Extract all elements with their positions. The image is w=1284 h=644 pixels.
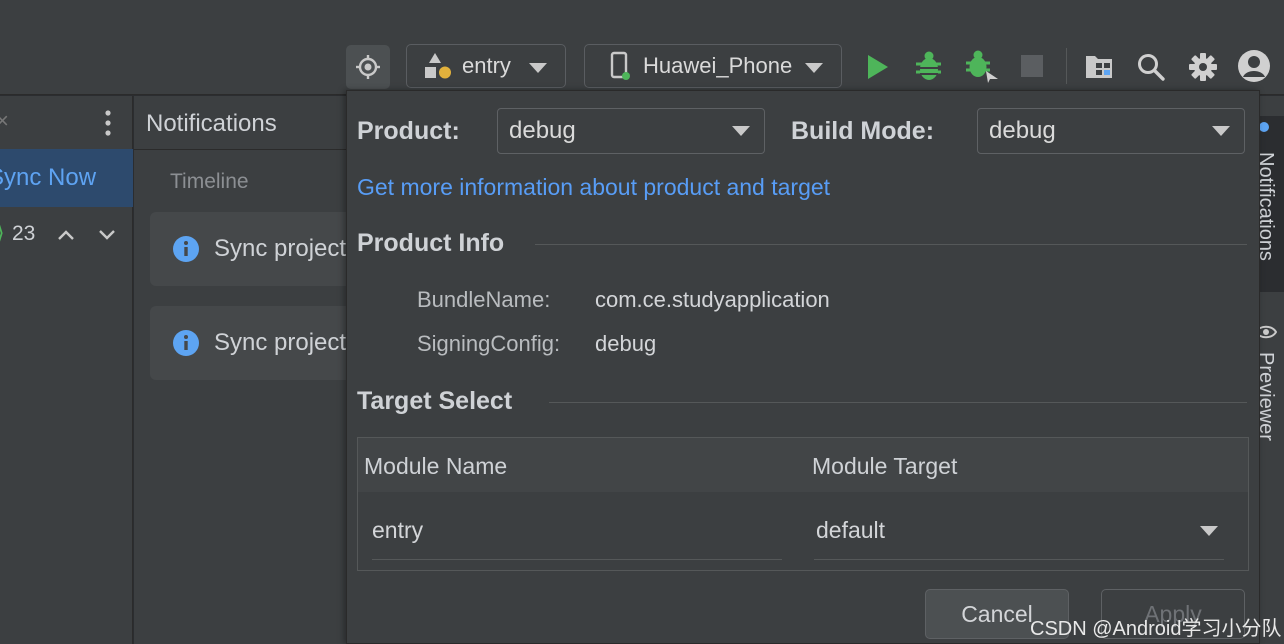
- info-icon: [173, 236, 199, 262]
- notifications-header-divider: [134, 149, 354, 150]
- column-header-module-name: Module Name: [364, 453, 508, 479]
- module-selector-label: entry: [462, 53, 511, 78]
- more-options-icon[interactable]: [104, 109, 112, 137]
- account-avatar-icon[interactable]: [1236, 48, 1272, 84]
- target-select-title: Target Select: [357, 387, 513, 415]
- change-count: 23: [12, 222, 36, 245]
- section-divider: [549, 402, 1247, 403]
- close-icon[interactable]: ×: [0, 108, 9, 134]
- module-shapes-icon: [425, 53, 451, 79]
- build-mode-dropdown[interactable]: debug: [977, 108, 1245, 154]
- info-icon: [173, 330, 199, 356]
- cell-underline: [814, 559, 1224, 560]
- cell-underline: [372, 559, 782, 560]
- module-target-table: Module Name Module Target entry default: [357, 437, 1249, 571]
- target-icon[interactable]: [346, 45, 390, 89]
- signing-config-value: debug: [595, 331, 657, 356]
- product-label: Product:: [357, 117, 460, 145]
- notification-item[interactable]: Sync project: [150, 212, 370, 286]
- notifications-title: Notifications: [146, 110, 277, 137]
- product-dropdown-value: debug: [509, 117, 576, 144]
- attach-debugger-icon[interactable]: [962, 48, 1002, 84]
- chevron-down-icon: [805, 63, 823, 73]
- change-marker-icon: ⟩: [0, 220, 5, 246]
- section-divider: [535, 244, 1247, 245]
- bundle-name-label: BundleName:: [417, 287, 551, 312]
- product-dropdown[interactable]: debug: [497, 108, 765, 154]
- chevron-up-icon[interactable]: [56, 228, 76, 242]
- product-info-title: Product Info: [357, 229, 505, 257]
- dropdown-arrow-icon: [1200, 526, 1218, 536]
- search-icon[interactable]: [1134, 50, 1168, 84]
- chevron-down-icon[interactable]: [97, 228, 117, 242]
- timeline-label: Timeline: [170, 170, 249, 193]
- build-mode-label: Build Mode:: [791, 117, 935, 145]
- more-info-link[interactable]: Get more information about product and t…: [357, 174, 830, 201]
- toolbar-divider: [1066, 48, 1067, 84]
- run-icon[interactable]: [862, 50, 892, 84]
- phone-icon: [610, 51, 630, 80]
- module-name-cell: entry: [372, 517, 424, 543]
- project-structure-icon[interactable]: [1082, 50, 1116, 82]
- debug-bug-icon[interactable]: [912, 48, 946, 84]
- column-header-module-target: Module Target: [812, 453, 958, 479]
- sync-now-label: Sync Now: [0, 164, 97, 191]
- notifications-panel: Notifications Timeline Sync project Sync…: [134, 96, 370, 644]
- product-target-popup: Product: debug Build Mode: debug Get mor…: [346, 90, 1260, 644]
- notification-text: Sync project: [214, 329, 347, 356]
- notification-item[interactable]: Sync project: [150, 306, 370, 380]
- signing-config-label: SigningConfig:: [417, 331, 561, 356]
- watermark: CSDN @Android学习小分队: [1030, 618, 1282, 640]
- module-target-value: default: [816, 517, 886, 543]
- notification-badge-icon: [1259, 122, 1269, 132]
- sync-now-link[interactable]: Sync Now: [0, 149, 133, 207]
- chevron-down-icon: [529, 63, 547, 73]
- dropdown-arrow-icon: [1212, 126, 1230, 136]
- main-toolbar: entry Huawei_Phone: [0, 0, 1284, 95]
- module-target-dropdown[interactable]: default: [814, 502, 1224, 560]
- device-selector-label: Huawei_Phone: [643, 53, 793, 78]
- table-row[interactable]: entry default: [358, 492, 1248, 570]
- device-selector[interactable]: Huawei_Phone: [584, 44, 842, 88]
- left-tool-panel: × Sync Now ⟩ 23: [0, 96, 133, 644]
- table-header: Module Name Module Target: [358, 438, 1248, 492]
- dropdown-arrow-icon: [732, 126, 750, 136]
- module-selector[interactable]: entry: [406, 44, 566, 88]
- notification-text: Sync project: [214, 235, 347, 262]
- gear-icon[interactable]: [1186, 50, 1220, 84]
- build-mode-dropdown-value: debug: [989, 117, 1056, 144]
- stop-icon[interactable]: [1018, 52, 1046, 80]
- cancel-button-label: Cancel: [961, 600, 1033, 627]
- bundle-name-value: com.ce.studyapplication: [595, 287, 830, 312]
